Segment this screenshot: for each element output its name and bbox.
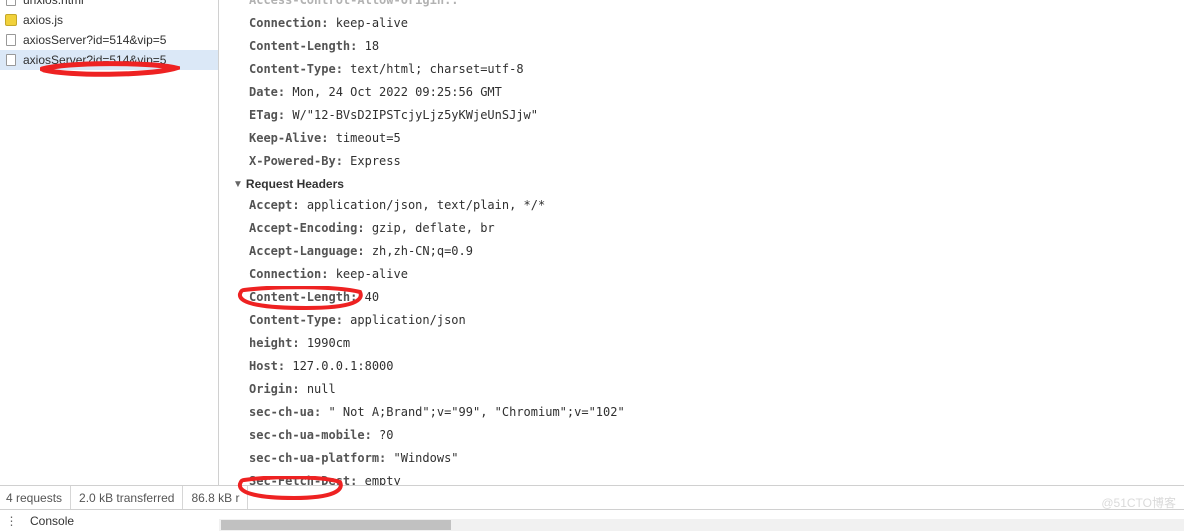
status-resources: 86.8 kB r	[183, 486, 248, 509]
header-name: Origin	[249, 382, 307, 396]
header-name: sec-ch-ua-platform	[249, 451, 394, 465]
header-value: ?0	[379, 428, 393, 442]
request-row-label: axiosServer?id=514&vip=5	[23, 53, 166, 67]
header-name: Content-Type	[249, 313, 350, 327]
js-file-icon	[4, 13, 18, 27]
request-header-row: Acceptapplication/json, text/plain, */*	[249, 195, 1184, 215]
response-header-row: Content-Typetext/html; charset=utf-8	[249, 59, 1184, 79]
request-header-row: Content-Typeapplication/json	[249, 310, 1184, 330]
header-value: "Windows"	[394, 451, 459, 465]
request-header-row: sec-ch-ua-mobile?0	[249, 425, 1184, 445]
response-header-row: Content-Length18	[249, 36, 1184, 56]
header-name: Content-Length	[249, 290, 365, 304]
request-header-row: Connectionkeep-alive	[249, 264, 1184, 284]
header-value: Express	[350, 154, 401, 168]
header-value: 40	[365, 290, 379, 304]
header-value: zh,zh-CN;q=0.9	[372, 244, 473, 258]
header-value: keep-alive	[336, 267, 408, 281]
request-row[interactable]: axiosServer?id=514&vip=5	[0, 30, 218, 50]
header-value: null	[307, 382, 336, 396]
request-row-label: axiosServer?id=514&vip=5	[23, 33, 166, 47]
status-transferred: 2.0 kB transferred	[71, 486, 183, 509]
request-header-row: height1990cm	[249, 333, 1184, 353]
header-value: 1990cm	[307, 336, 350, 350]
response-header-row: Keep-Alivetimeout=5	[249, 128, 1184, 148]
request-row[interactable]: axios.js	[0, 10, 218, 30]
request-header-row: Accept-Languagezh,zh-CN;q=0.9	[249, 241, 1184, 261]
document-icon	[4, 53, 18, 67]
header-name: Date	[249, 85, 292, 99]
section-title-label: Request Headers	[246, 177, 344, 191]
network-status-bar: 4 requests 2.0 kB transferred 86.8 kB r	[0, 485, 1184, 509]
header-value: application/json, text/plain, */*	[307, 198, 545, 212]
header-name: Content-Type	[249, 62, 350, 76]
response-header-row: ETagW/"12-BVsD2IPSTcjyLjz5yKWjeUnSJjw"	[249, 105, 1184, 125]
header-value: text/html; charset=utf-8	[350, 62, 523, 76]
header-name: X-Powered-By	[249, 154, 350, 168]
header-value: timeout=5	[336, 131, 401, 145]
request-header-row: Originnull	[249, 379, 1184, 399]
header-value: 127.0.0.1:8000	[292, 359, 393, 373]
request-row[interactable]: axiosServer?id=514&vip=5	[0, 50, 218, 70]
header-name: Connection	[249, 16, 336, 30]
response-header-row: X-Powered-ByExpress	[249, 151, 1184, 171]
network-requests-sidebar: unxios.html axios.js axiosServer?id=514&vi…	[0, 0, 219, 485]
request-header-row: Host127.0.0.1:8000	[249, 356, 1184, 376]
request-row-label: unxios.html	[23, 0, 84, 7]
header-value: application/json	[350, 313, 466, 327]
request-header-row: Sec-Fetch-Destempty	[249, 471, 1184, 485]
document-icon	[4, 33, 18, 47]
request-header-row: Content-Length40	[249, 287, 1184, 307]
request-header-row: sec-ch-ua-platform"Windows"	[249, 448, 1184, 468]
header-value: Mon, 24 Oct 2022 09:25:56 GMT	[292, 85, 502, 99]
header-name: Accept-Encoding	[249, 221, 372, 235]
header-name: Keep-Alive	[249, 131, 336, 145]
disclosure-triangle-icon: ▼	[233, 179, 243, 190]
header-name: sec-ch-ua-mobile	[249, 428, 379, 442]
scrollbar-thumb[interactable]	[221, 520, 451, 530]
header-name: Content-Length	[249, 39, 365, 53]
request-header-row: Accept-Encodinggzip, deflate, br	[249, 218, 1184, 238]
response-header-row: Access-Control-Allow-Origin:	[249, 0, 1184, 10]
request-header-row: sec-ch-ua" Not A;Brand";v="99", "Chromiu…	[249, 402, 1184, 422]
document-icon	[4, 0, 18, 7]
response-header-row: DateMon, 24 Oct 2022 09:25:56 GMT	[249, 82, 1184, 102]
header-value: 18	[365, 39, 379, 53]
request-row-label: axios.js	[23, 13, 63, 27]
header-name: Accept-Language	[249, 244, 372, 258]
header-name: Accept	[249, 198, 307, 212]
header-name: Host	[249, 359, 292, 373]
header-value: " Not A;Brand";v="99", "Chromium";v="102…	[328, 405, 624, 419]
header-value: empty	[365, 474, 401, 485]
header-name: height	[249, 336, 307, 350]
header-name: Sec-Fetch-Dest	[249, 474, 365, 485]
console-tab-label[interactable]: Console	[30, 514, 74, 528]
request-list: unxios.html axios.js axiosServer?id=514&vi…	[0, 0, 218, 485]
headers-panel[interactable]: Access-Control-Allow-Origin: Connectionk…	[219, 0, 1184, 485]
header-name: sec-ch-ua	[249, 405, 328, 419]
header-value: W/"12-BVsD2IPSTcjyLjz5yKWjeUnSJjw"	[292, 108, 538, 122]
header-value: keep-alive	[336, 16, 408, 30]
status-requests: 4 requests	[0, 486, 71, 509]
header-name: Connection	[249, 267, 336, 281]
request-headers-section[interactable]: ▼ Request Headers	[233, 177, 1184, 191]
header-name: ETag	[249, 108, 292, 122]
header-value: gzip, deflate, br	[372, 221, 495, 235]
horizontal-scrollbar[interactable]	[219, 519, 1184, 531]
kebab-icon[interactable]: ⋮	[4, 514, 20, 528]
response-header-row: Connectionkeep-alive	[249, 13, 1184, 33]
request-row[interactable]: unxios.html	[0, 0, 218, 10]
